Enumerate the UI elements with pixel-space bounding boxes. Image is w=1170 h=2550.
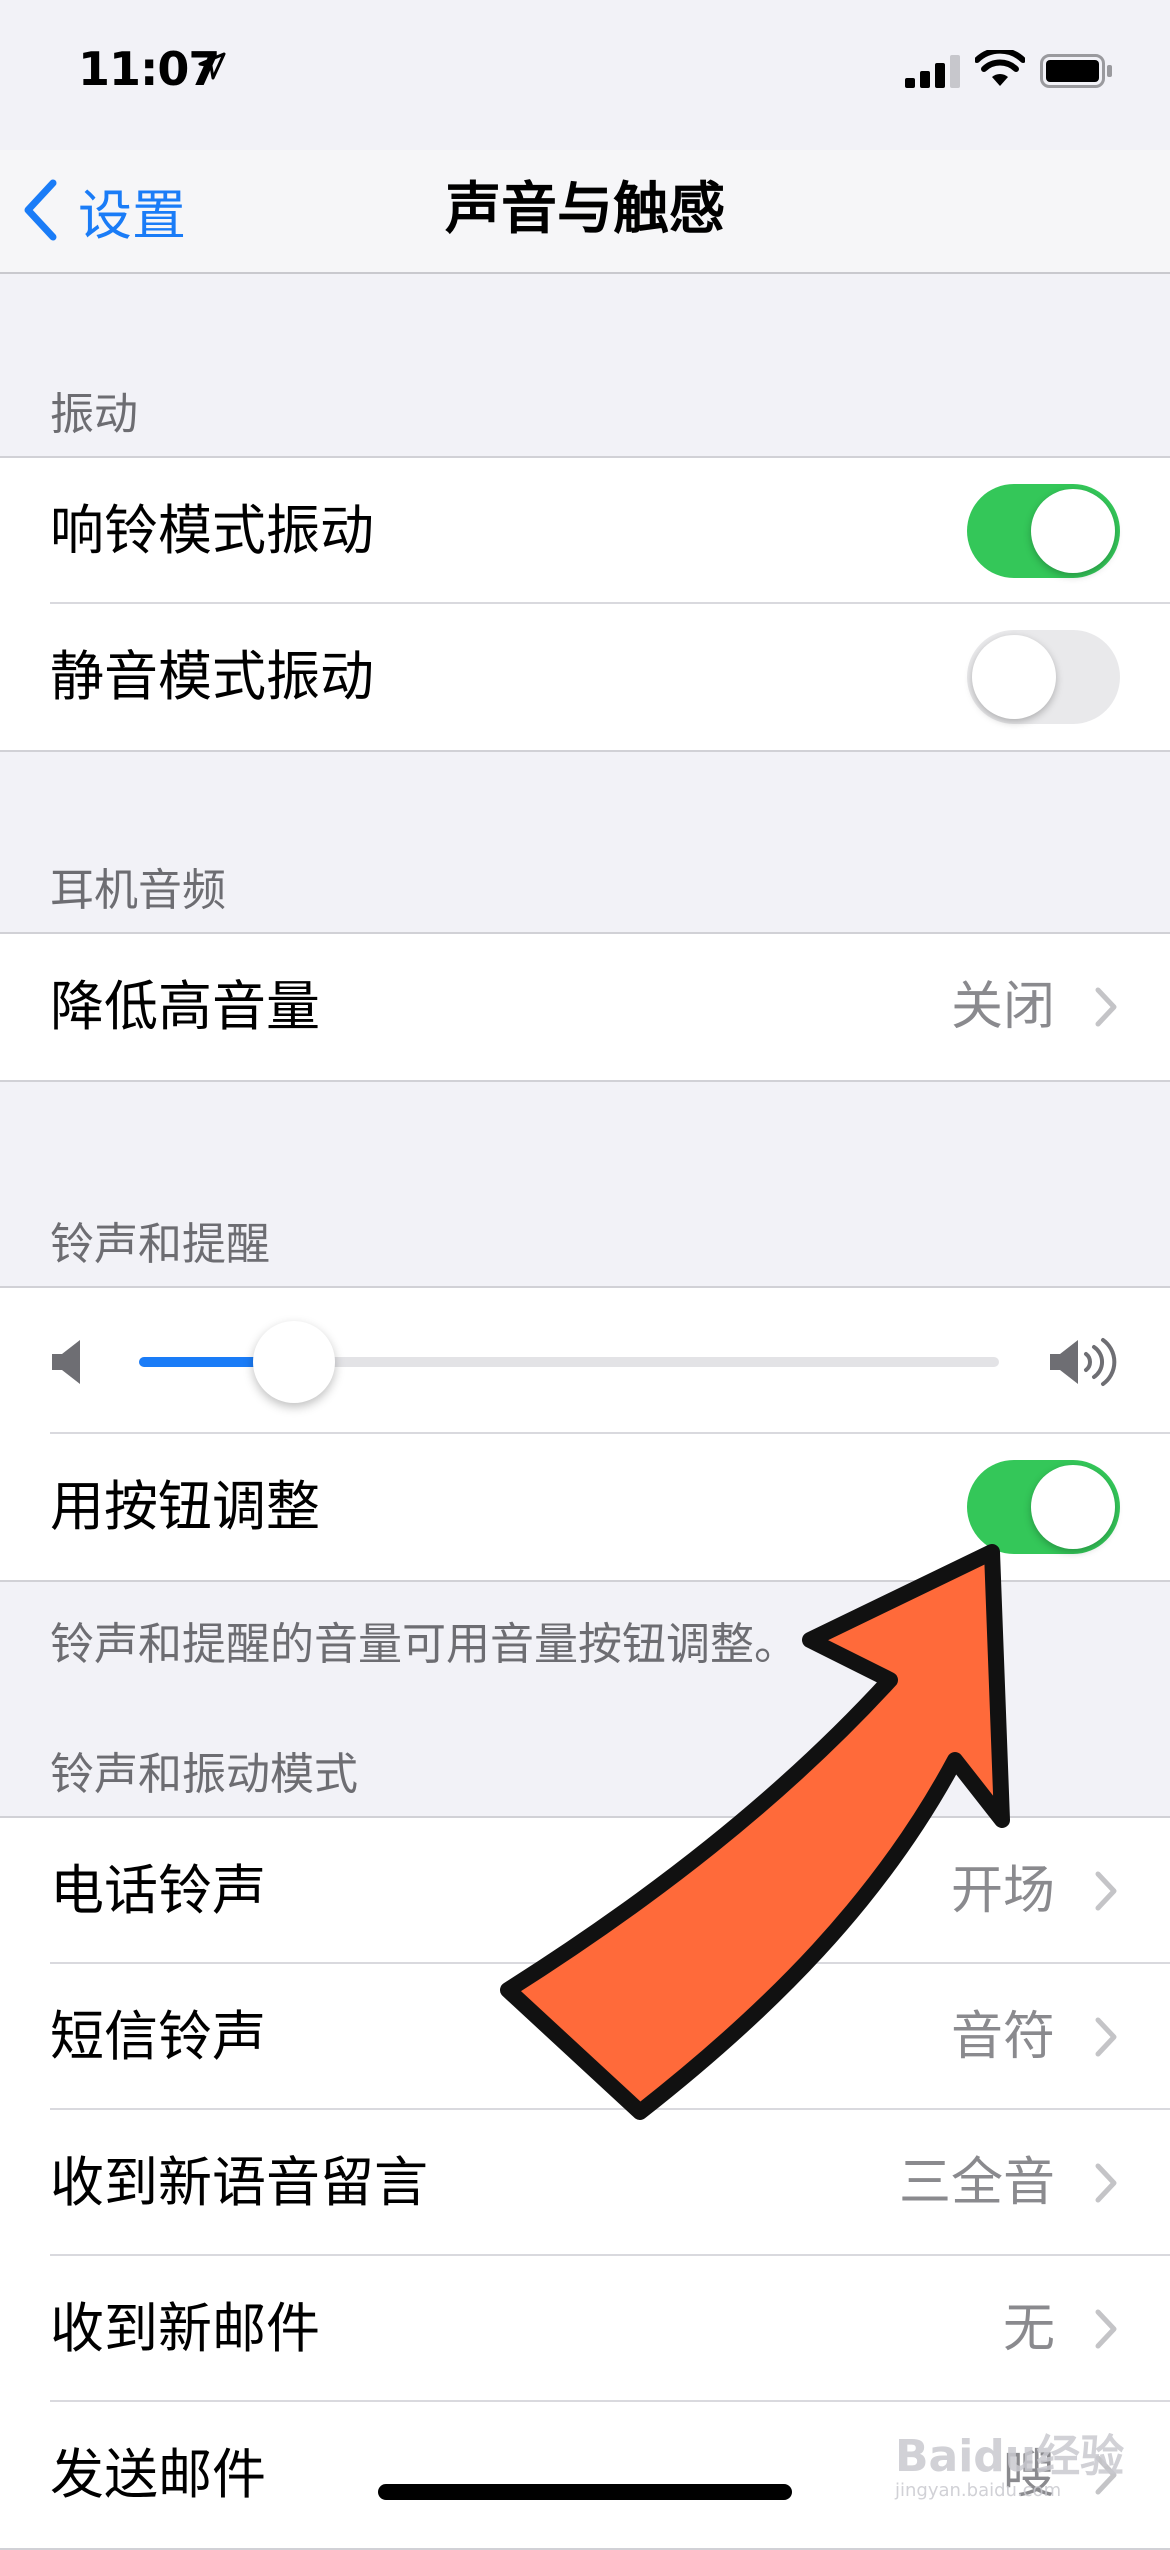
status-bar: 11:07	[0, 0, 1170, 150]
section-header-headphone: 耳机音频	[50, 865, 226, 916]
watermark-logo: Baidu经验 jingyan.baidu.com	[895, 2420, 1124, 2501]
wifi-icon	[975, 50, 1025, 86]
ringer-group: 用按钮调整	[0, 1286, 1170, 1582]
vibration-group: 响铃模式振动 静音模式振动	[0, 456, 1170, 752]
row-label: 降低高音量	[50, 975, 320, 1038]
speaker-high-icon	[1050, 1338, 1117, 1386]
chevron-right-icon	[1095, 1871, 1117, 1911]
row-ring-vibrate: 响铃模式振动	[0, 458, 1170, 604]
silent-vibrate-toggle[interactable]	[967, 630, 1120, 724]
ring-vibrate-toggle[interactable]	[967, 484, 1120, 578]
row-label: 响铃模式振动	[50, 499, 374, 562]
row-label: 短信铃声	[50, 2005, 266, 2068]
pattern-row[interactable]: 收到新语音留言 三全音	[0, 2110, 1170, 2256]
watermark-subtext: jingyan.baidu.com	[895, 2480, 1062, 2501]
pattern-row[interactable]: 电话铃声 开场	[0, 1818, 1170, 1964]
row-reduce-loud-audio[interactable]: 降低高音量 关闭	[0, 934, 1170, 1080]
row-label: 收到新邮件	[50, 2297, 320, 2360]
toggle-knob	[972, 635, 1056, 719]
row-value: 三全音	[898, 2153, 1055, 2213]
navigation-bar: 设置 声音与触感	[0, 150, 1170, 274]
toggle-knob	[1031, 489, 1115, 573]
watermark-text: Baidu经验	[895, 2431, 1125, 2482]
pattern-row[interactable]: 短信铃声 音符	[0, 1964, 1170, 2110]
slider-track[interactable]	[139, 1321, 999, 1403]
row-silent-vibrate: 静音模式振动	[0, 604, 1170, 750]
slider-thumb[interactable]	[252, 1321, 335, 1403]
toggle-knob	[1031, 1465, 1115, 1549]
chevron-right-icon	[1095, 2309, 1117, 2349]
row-value: 关闭	[950, 977, 1055, 1037]
speaker-low-icon	[52, 1340, 80, 1384]
section-header-vibration: 振动	[50, 389, 138, 440]
row-label: 发送邮件	[50, 2443, 266, 2506]
ringer-footer-note: 铃声和提醒的音量可用音量按钮调整。	[50, 1619, 798, 1670]
row-label: 用按钮调整	[50, 1475, 320, 1538]
change-with-buttons-toggle[interactable]	[967, 1460, 1120, 1554]
row-label: 收到新语音留言	[50, 2151, 428, 2214]
chevron-right-icon	[1095, 2017, 1117, 2057]
row-label: 静音模式振动	[50, 645, 374, 708]
chevron-right-icon	[1095, 2163, 1117, 2203]
row-value: 开场	[950, 1861, 1055, 1921]
row-label: 电话铃声	[50, 1859, 266, 1922]
row-value: 音符	[950, 2007, 1055, 2067]
page-title: 声音与触感	[445, 177, 725, 242]
section-header-patterns: 铃声和振动模式	[50, 1749, 358, 1800]
chevron-right-icon	[1095, 987, 1117, 1027]
row-change-with-buttons: 用按钮调整	[0, 1434, 1170, 1580]
location-arrow-icon	[198, 52, 226, 80]
home-indicator[interactable]	[378, 2484, 792, 2500]
battery-icon	[1040, 54, 1112, 88]
section-header-ringer: 铃声和提醒	[50, 1219, 270, 1270]
pattern-row[interactable]: 收到新邮件 无	[0, 2256, 1170, 2402]
ringer-volume-slider[interactable]	[0, 1288, 1170, 1434]
row-value: 无	[1002, 2299, 1055, 2359]
cellular-signal-icon	[905, 55, 960, 88]
headphone-group: 降低高音量 关闭	[0, 932, 1170, 1082]
